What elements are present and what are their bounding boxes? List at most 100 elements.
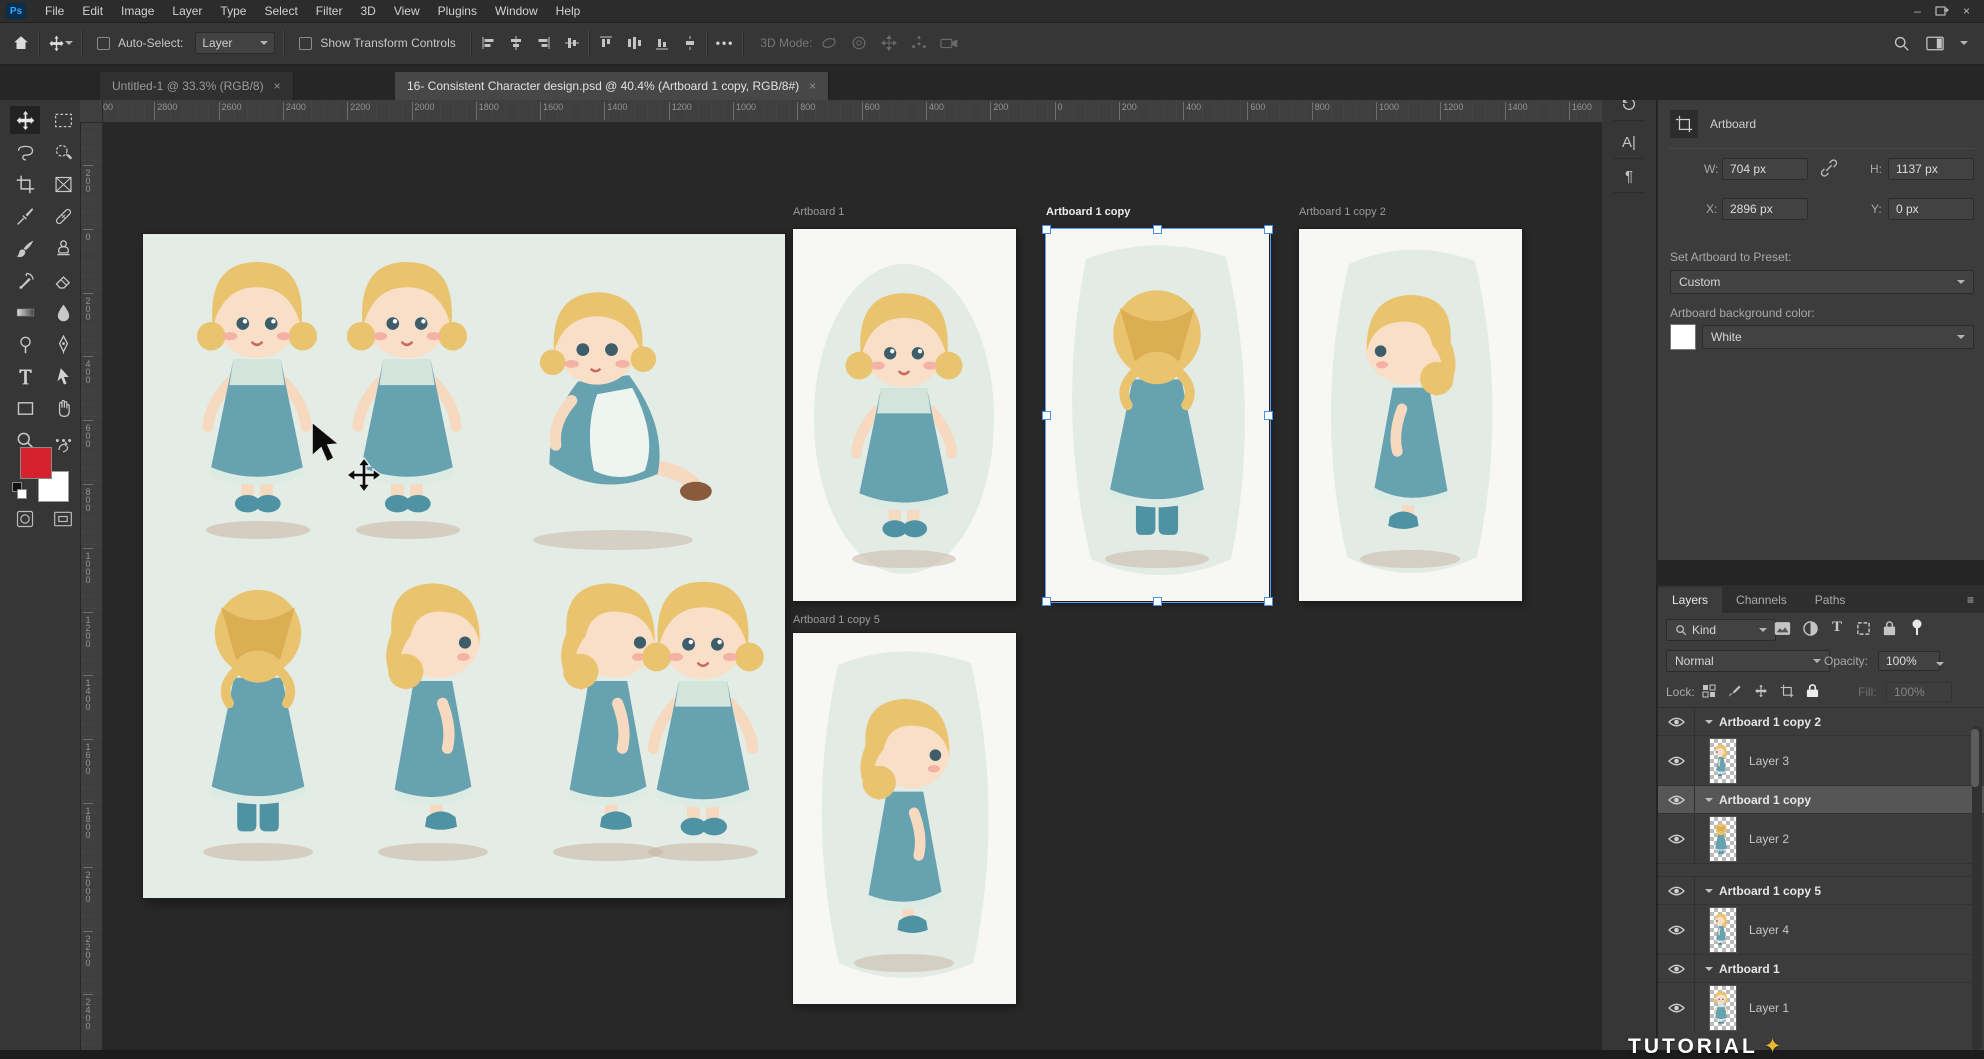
layer-row[interactable]: Layer 4 — [1658, 905, 1984, 955]
eyedropper-tool[interactable] — [10, 202, 40, 230]
more-align-options-button[interactable]: ••• — [716, 36, 735, 50]
menu-item-image[interactable]: Image — [112, 4, 163, 18]
layer-thumbnail[interactable] — [1709, 985, 1737, 1031]
chevron-down-icon[interactable] — [1705, 889, 1713, 897]
height-field[interactable]: 1137 px — [1888, 158, 1974, 180]
artboard-1[interactable] — [793, 229, 1016, 601]
default-colors-icon[interactable] — [12, 482, 27, 499]
lasso-tool[interactable] — [10, 138, 40, 166]
lock-artboard-icon[interactable] — [1780, 684, 1794, 698]
y-field[interactable]: 0 px — [1888, 198, 1974, 220]
chevron-down-icon[interactable] — [65, 41, 73, 49]
layer-group-name[interactable]: Artboard 1 copy 2 — [1719, 715, 1821, 729]
x-field[interactable]: 2896 px — [1722, 198, 1808, 220]
layer-name[interactable]: Layer 4 — [1749, 923, 1789, 937]
path-select-tool[interactable] — [48, 362, 78, 390]
menu-item-filter[interactable]: Filter — [307, 4, 352, 18]
marquee-tool[interactable] — [48, 106, 78, 134]
gradient-tool[interactable] — [10, 298, 40, 326]
filter-adjustment-icon[interactable] — [1803, 621, 1818, 636]
layer-name[interactable]: Layer 1 — [1749, 1001, 1789, 1015]
artboard-1-copy-2[interactable] — [1299, 229, 1522, 601]
align-left-icon[interactable] — [480, 35, 496, 51]
menu-item-type[interactable]: Type — [211, 4, 255, 18]
screen-mode-icon[interactable] — [48, 505, 78, 533]
hand-tool[interactable] — [48, 394, 78, 422]
link-dimensions-icon[interactable] — [1818, 158, 1840, 178]
chevron-down-icon[interactable] — [1936, 662, 1944, 670]
move-tool-option-icon[interactable] — [48, 35, 65, 52]
clone-stamp-tool[interactable] — [48, 234, 78, 262]
foreground-color-swatch[interactable] — [20, 447, 52, 479]
artboard-label[interactable]: Artboard 1 copy 5 — [793, 614, 880, 626]
distribute-bottom-icon[interactable] — [654, 35, 670, 51]
paragraph-panel-icon[interactable]: ¶ — [1613, 160, 1645, 193]
layers-scrollbar[interactable] — [1972, 726, 1982, 1050]
align-center-horizontal-icon[interactable] — [508, 35, 524, 51]
brush-tool[interactable] — [10, 234, 40, 262]
chevron-down-icon[interactable] — [1705, 967, 1713, 975]
horizontal-ruler[interactable]: 3000280026002400220020001800160014001200… — [80, 100, 1602, 123]
close-icon[interactable]: × — [1963, 4, 1970, 18]
layer-name[interactable]: Layer 2 — [1749, 832, 1789, 846]
search-icon[interactable] — [1893, 35, 1910, 52]
eraser-tool[interactable] — [48, 266, 78, 294]
panel-menu-icon[interactable]: ≡ — [1967, 593, 1984, 613]
lock-brush-icon[interactable] — [1728, 684, 1742, 698]
filter-pin-icon[interactable] — [1910, 619, 1924, 636]
tab-paths[interactable]: Paths — [1801, 587, 1860, 613]
minimize-icon[interactable]: – — [1914, 4, 1921, 18]
visibility-eye-icon[interactable] — [1658, 983, 1695, 1032]
layer-group-name[interactable]: Artboard 1 — [1719, 962, 1780, 976]
crop-tool[interactable] — [10, 170, 40, 198]
layer-group-row[interactable]: Artboard 1 copy 5 — [1658, 876, 1984, 905]
dodge-tool[interactable] — [10, 330, 40, 358]
layer-row[interactable]: Layer 2 — [1658, 814, 1984, 864]
visibility-eye-icon[interactable] — [1658, 877, 1695, 904]
layer-filter-kind-dropdown[interactable]: Kind — [1666, 619, 1776, 641]
menu-item-3d[interactable]: 3D — [351, 4, 384, 18]
character-panel-icon[interactable]: A| — [1613, 126, 1645, 159]
artboard-1-copy-5[interactable] — [793, 633, 1016, 1004]
quick-mask-icon[interactable] — [10, 505, 40, 533]
selection-handle[interactable] — [1153, 225, 1162, 234]
selection-handle[interactable] — [1042, 225, 1051, 234]
tab-channels[interactable]: Channels — [1722, 587, 1801, 613]
auto-select-target-dropdown[interactable]: Layer — [195, 32, 275, 54]
preset-dropdown[interactable]: Custom — [1670, 270, 1974, 294]
layer-thumbnail[interactable] — [1709, 738, 1737, 784]
reference-image[interactable] — [143, 234, 785, 898]
selection-handle[interactable] — [1264, 597, 1273, 606]
lock-transparent-icon[interactable] — [1702, 684, 1716, 698]
visibility-eye-icon[interactable] — [1658, 736, 1695, 785]
menu-item-window[interactable]: Window — [486, 4, 547, 18]
distribute-vertical-icon[interactable] — [682, 35, 698, 51]
close-tab-icon[interactable]: × — [809, 79, 816, 93]
layer-group-name[interactable]: Artboard 1 copy 5 — [1719, 884, 1821, 898]
visibility-eye-icon[interactable] — [1658, 905, 1695, 954]
artboard-label-selected[interactable]: Artboard 1 copy — [1046, 206, 1130, 218]
workspace-switcher-icon[interactable] — [1926, 36, 1944, 51]
visibility-eye-icon[interactable] — [1658, 708, 1695, 735]
opacity-field[interactable]: 100% — [1878, 651, 1940, 671]
artboard-1-copy[interactable] — [1046, 229, 1269, 601]
history-brush-tool[interactable] — [10, 266, 40, 294]
selection-handle[interactable] — [1042, 411, 1051, 420]
layer-thumbnail[interactable] — [1709, 907, 1737, 953]
layer-group-name[interactable]: Artboard 1 copy — [1719, 793, 1811, 807]
chevron-down-icon[interactable] — [1705, 798, 1713, 806]
artboard-label[interactable]: Artboard 1 copy 2 — [1299, 206, 1386, 218]
selection-handle[interactable] — [1042, 597, 1051, 606]
lock-all-icon[interactable] — [1806, 683, 1819, 698]
selection-handle[interactable] — [1264, 225, 1273, 234]
object-selection-tool[interactable] — [48, 138, 78, 166]
document-tab-active[interactable]: 16- Consistent Character design.psd @ 40… — [395, 72, 829, 100]
align-right-icon[interactable] — [536, 35, 552, 51]
frame-tool[interactable] — [48, 170, 78, 198]
distribute-horizontal-center-icon[interactable] — [626, 35, 642, 51]
selection-handle[interactable] — [1264, 411, 1273, 420]
visibility-eye-icon[interactable] — [1658, 814, 1695, 863]
layer-row[interactable]: Layer 1 — [1658, 983, 1984, 1032]
menu-item-select[interactable]: Select — [255, 4, 306, 18]
distribute-top-icon[interactable] — [598, 35, 614, 51]
